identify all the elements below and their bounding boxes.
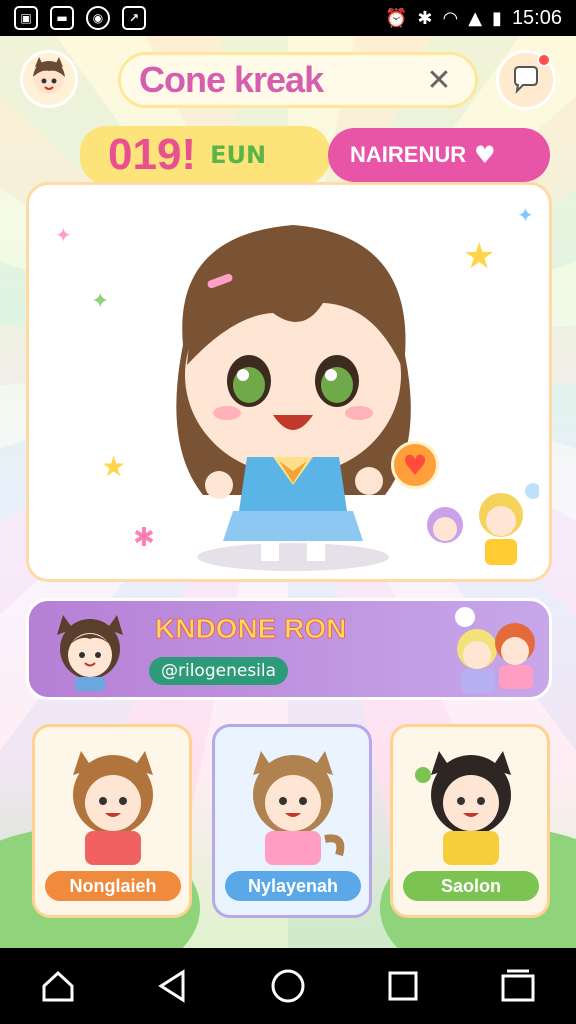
close-icon[interactable]: ✕ (421, 62, 457, 98)
chat-bubble-icon (514, 66, 538, 94)
profile-avatar[interactable] (20, 50, 78, 108)
character-name-label: Nylayenah (225, 871, 361, 901)
star-icon: ★ (463, 236, 496, 277)
share-icon: ↗ (122, 6, 146, 30)
home-icon[interactable] (28, 956, 88, 1016)
character-card[interactable]: Nonglaieh (32, 724, 192, 918)
banner-avatar-illustration (57, 615, 123, 691)
star-icon: ✦ (91, 289, 110, 314)
hero-character-card[interactable]: ★ ★ ✦ ✦ ✱ ✦ ♥ (26, 182, 552, 582)
star-icon: ✦ (517, 203, 534, 227)
banner-friends-illustration (455, 607, 535, 693)
avatar-icon (33, 57, 65, 94)
wifi-icon: ◠ (442, 7, 459, 29)
promo-right-label: NAIRENUR (350, 142, 467, 167)
side-characters-illustration (427, 483, 539, 565)
promo-tag-right[interactable]: NAIRENUR ♥ (328, 128, 550, 182)
promo-label: EUN (210, 141, 267, 169)
battery-icon: ▮ (492, 7, 502, 29)
cat-icon: ◉ (86, 6, 110, 30)
character-card[interactable]: Nylayenah (212, 724, 372, 918)
banner-handle[interactable]: @rilogenesila (149, 657, 289, 685)
switch-app-icon[interactable] (488, 956, 548, 1016)
home-circle-icon[interactable] (258, 956, 318, 1016)
message-icon: ▬ (50, 6, 74, 30)
alarm-icon: ⏰ (384, 7, 408, 29)
character-illustration (73, 751, 153, 865)
gallery-icon: ▣ (14, 6, 38, 30)
character-name-label: Nonglaieh (45, 871, 181, 901)
star-icon: ✦ (55, 223, 72, 247)
search-bar[interactable]: Cone kreak ✕ (118, 52, 478, 108)
chat-button[interactable] (496, 50, 556, 110)
notification-dot (537, 53, 551, 67)
featured-banner[interactable]: KNDONE RON @rilogenesila (26, 598, 552, 700)
character-name-label: Saolon (403, 871, 539, 901)
recents-icon[interactable] (373, 956, 433, 1016)
character-illustration (415, 751, 511, 865)
promo-tag-left[interactable]: 019! EUN (80, 126, 330, 184)
promo-number: 019! (108, 130, 197, 179)
status-time: 15:06 (511, 6, 562, 29)
signal-icon: ▲ (468, 7, 483, 29)
main-character-illustration (176, 225, 411, 571)
app-screen: Cone kreak ✕ 019! EUN NAIRENUR ♥ ★ ★ ✦ ✦… (0, 36, 576, 948)
heart-icon: ♥ (474, 141, 496, 169)
banner-title: KNDONE RON (154, 613, 347, 645)
back-icon[interactable] (143, 956, 203, 1016)
character-card[interactable]: Saolon (390, 724, 550, 918)
status-bar: ▣ ▬ ◉ ↗ ⏰ ✱ ◠ ▲ ▮ 15:06 (0, 0, 576, 36)
bluetooth-icon: ✱ (417, 7, 433, 29)
character-illustration (253, 751, 345, 865)
navigation-bar (0, 948, 576, 1024)
search-text: Cone kreak (139, 59, 324, 100)
